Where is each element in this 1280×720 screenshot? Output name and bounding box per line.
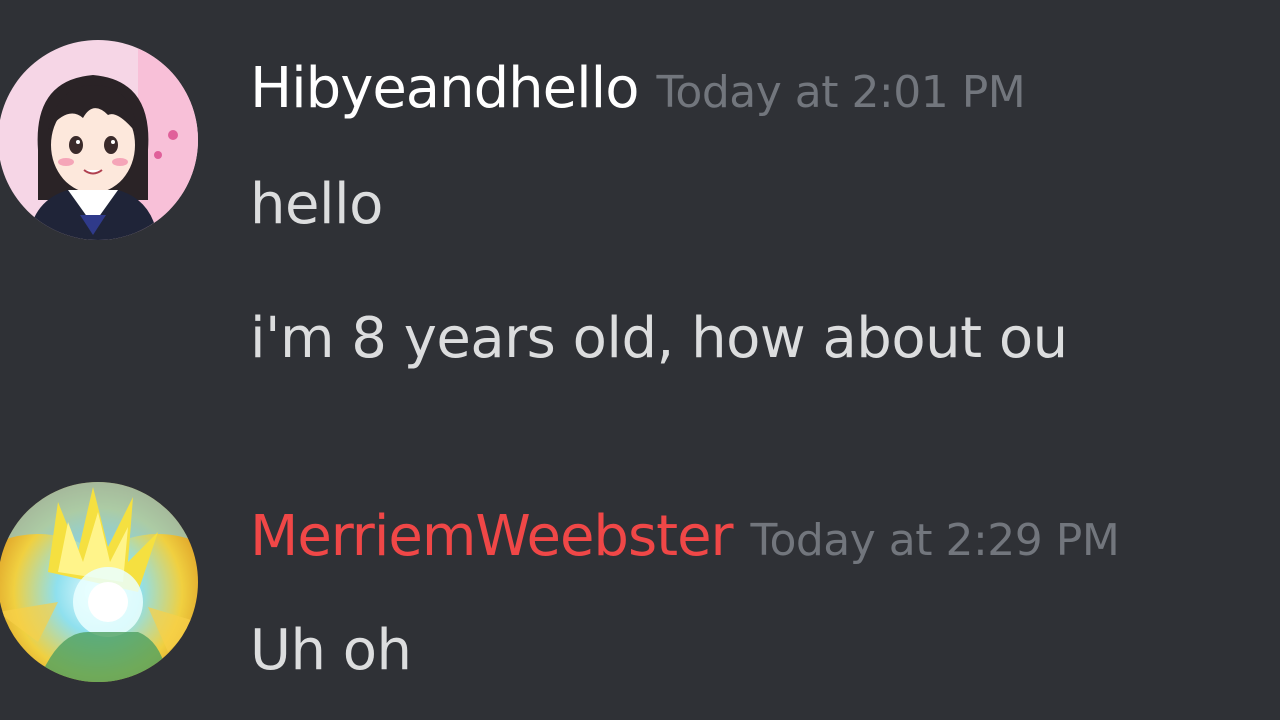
username[interactable]: Hibyeandhello bbox=[250, 56, 639, 121]
username[interactable]: MerriemWeebster bbox=[250, 504, 734, 569]
message-text: hello bbox=[250, 172, 383, 237]
timestamp[interactable]: Today at 2:29 PM bbox=[751, 515, 1120, 566]
timestamp[interactable]: Today at 2:01 PM bbox=[657, 67, 1026, 118]
message-text: Uh oh bbox=[250, 618, 412, 683]
message-header: Hibyeandhello Today at 2:01 PM bbox=[250, 56, 1026, 121]
user-avatar-anime-girl[interactable] bbox=[0, 40, 198, 240]
message-group: MerriemWeebster Today at 2:29 PM Uh oh bbox=[0, 470, 1280, 720]
user-avatar-super-saiyan[interactable] bbox=[0, 482, 198, 682]
chat-messages: Hibyeandhello Today at 2:01 PM hello i'm … bbox=[0, 0, 1280, 720]
message-header: MerriemWeebster Today at 2:29 PM bbox=[250, 504, 1120, 569]
super-saiyan-avatar-icon bbox=[0, 482, 198, 682]
anime-girl-avatar-icon bbox=[0, 40, 198, 240]
message-group: Hibyeandhello Today at 2:01 PM hello i'm … bbox=[0, 0, 1280, 470]
message-text: i'm 8 years old, how about ou bbox=[250, 306, 1068, 371]
